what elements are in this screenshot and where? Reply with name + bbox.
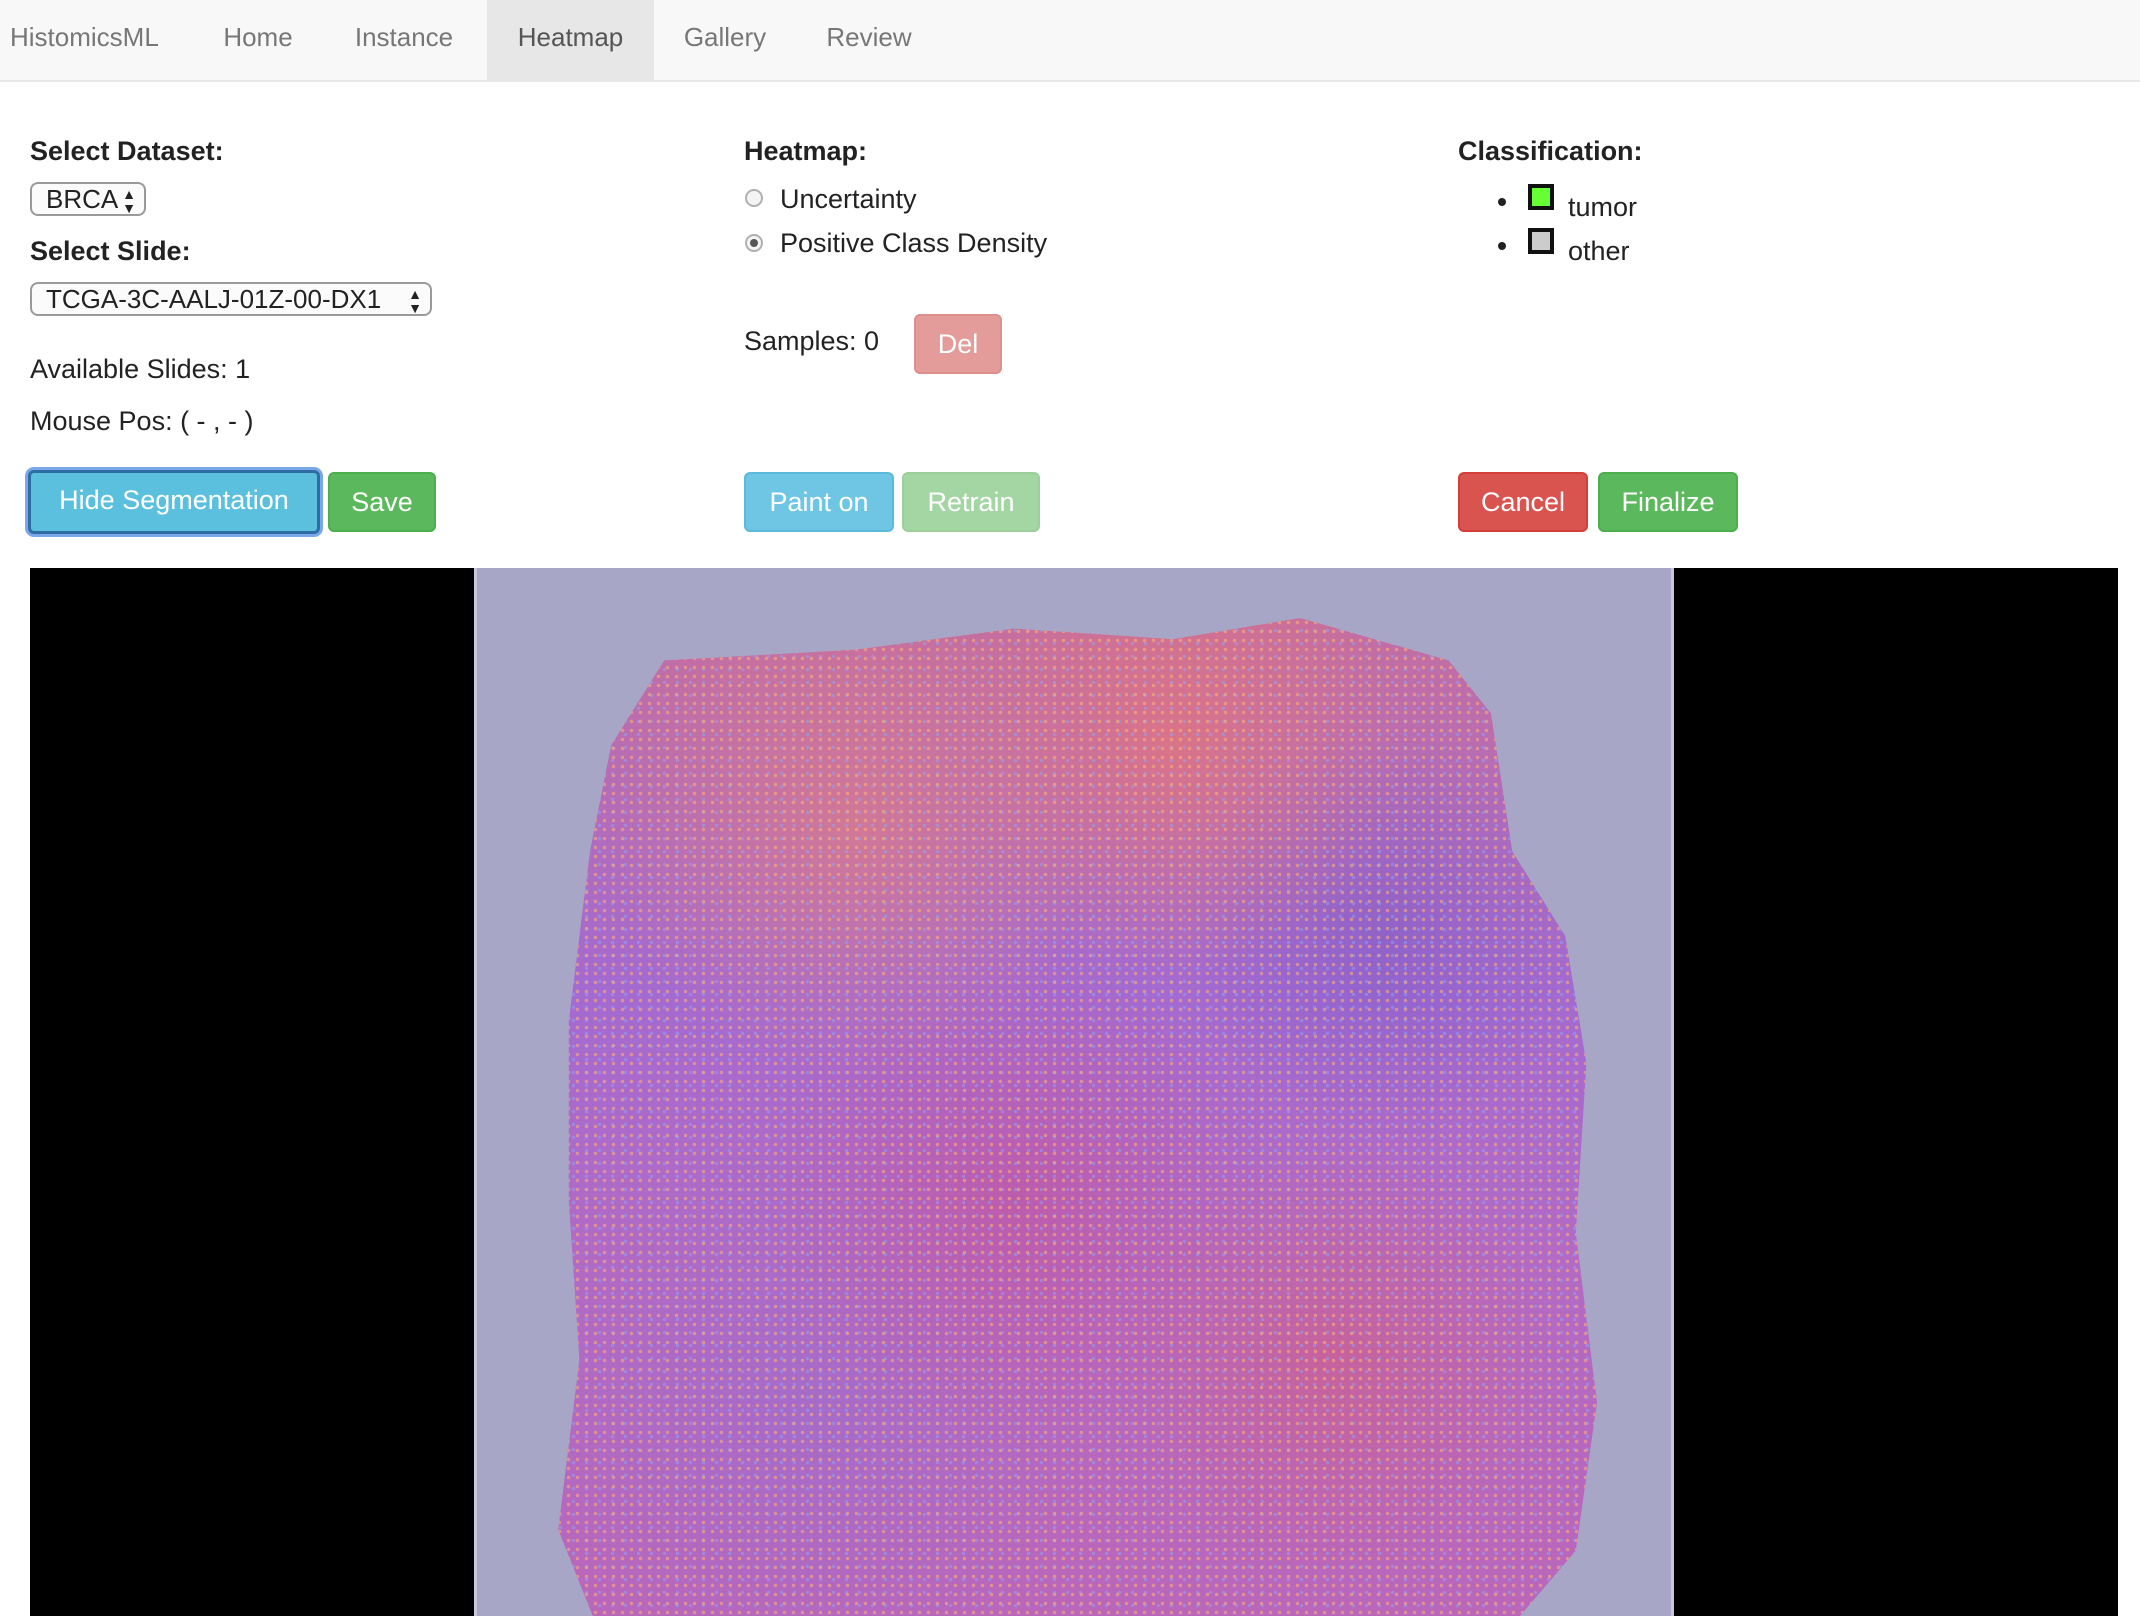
- hide-segmentation-button[interactable]: Hide Segmentation: [28, 470, 320, 534]
- finalize-button[interactable]: Finalize: [1598, 472, 1738, 532]
- nav-heatmap[interactable]: Heatmap: [487, 0, 654, 80]
- brand-link[interactable]: HistomicsML: [0, 0, 200, 80]
- select-arrows-icon: ▲ ▼: [122, 186, 136, 216]
- slide-label: Select Slide:: [30, 236, 191, 266]
- top-navbar: HistomicsML Home Instance Heatmap Galler…: [0, 0, 2140, 82]
- other-color-swatch: [1528, 228, 1554, 254]
- dataset-label: Select Dataset:: [30, 136, 224, 166]
- bullet-icon: [1498, 198, 1506, 206]
- nav-gallery[interactable]: Gallery: [660, 0, 790, 80]
- nav-review[interactable]: Review: [800, 0, 938, 80]
- positive-class-density-radio[interactable]: [745, 234, 763, 252]
- cancel-button[interactable]: Cancel: [1458, 472, 1588, 532]
- slide-select[interactable]: TCGA-3C-AALJ-01Z-00-DX1 ▲ ▼: [30, 282, 432, 316]
- uncertainty-radio[interactable]: [745, 189, 763, 207]
- slide-select-value: TCGA-3C-AALJ-01Z-00-DX1: [46, 284, 382, 314]
- dataset-select-value: BRCA: [46, 184, 119, 214]
- slide-image[interactable]: [474, 568, 1674, 1616]
- heatmap-label: Heatmap:: [744, 136, 868, 166]
- tumor-class-label: tumor: [1568, 192, 1638, 222]
- tumor-color-swatch: [1528, 184, 1554, 210]
- bullet-icon: [1498, 242, 1506, 250]
- select-arrows-icon: ▲ ▼: [408, 286, 422, 316]
- mouse-position-text: Mouse Pos: ( - , - ): [30, 406, 254, 436]
- samples-count-text: Samples: 0: [744, 326, 880, 356]
- delete-samples-button[interactable]: Del: [914, 314, 1002, 374]
- uncertainty-option-label[interactable]: Uncertainty: [780, 184, 917, 215]
- other-class-label: other: [1568, 236, 1630, 266]
- available-slides-text: Available Slides: 1: [30, 354, 251, 384]
- paint-on-button[interactable]: Paint on: [744, 472, 894, 532]
- nav-home[interactable]: Home: [196, 0, 320, 80]
- save-button[interactable]: Save: [328, 472, 436, 532]
- retrain-button[interactable]: Retrain: [902, 472, 1040, 532]
- nav-instance[interactable]: Instance: [326, 0, 482, 80]
- slide-viewer[interactable]: [30, 568, 2118, 1616]
- tissue-heatmap-overlay: [558, 618, 1597, 1616]
- dataset-select[interactable]: BRCA ▲ ▼: [30, 182, 146, 216]
- classification-label: Classification:: [1458, 136, 1643, 166]
- positive-class-density-option-label[interactable]: Positive Class Density: [780, 228, 1047, 259]
